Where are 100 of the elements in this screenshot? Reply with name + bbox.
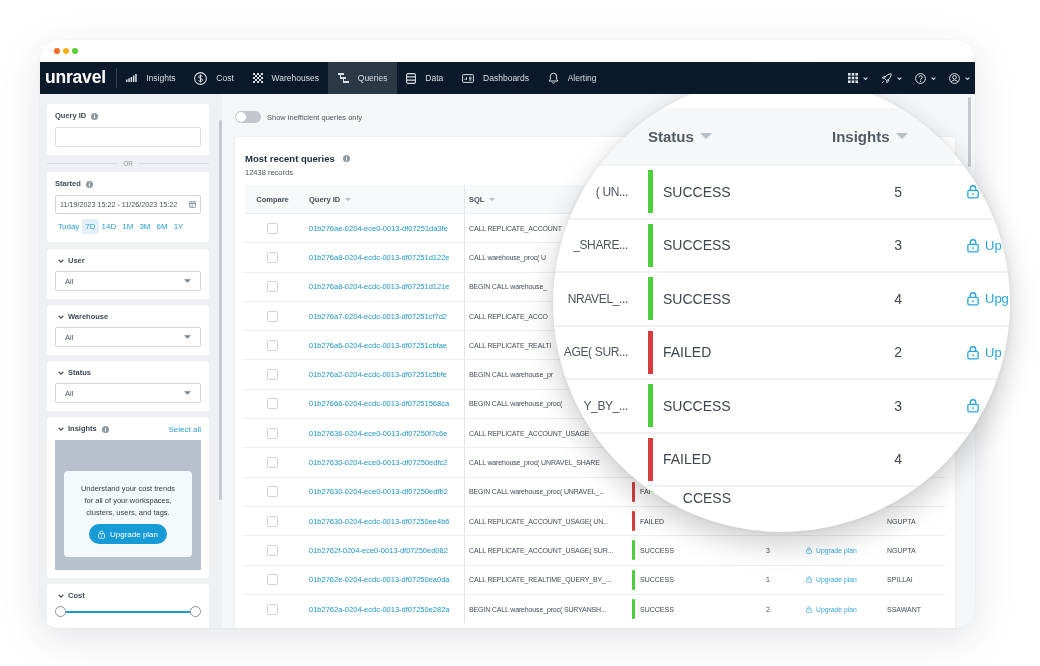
lock-icon[interactable] (806, 576, 812, 584)
apps-grid-icon[interactable] (848, 73, 858, 83)
lock-icon[interactable] (97, 529, 105, 539)
column-header[interactable]: Status (648, 127, 694, 145)
sql-text: NRAVEL_... (567, 291, 628, 306)
apps-menu-button[interactable] (848, 73, 868, 83)
caret-down-icon[interactable] (931, 76, 936, 80)
chevron-down-icon[interactable] (58, 594, 64, 598)
sort-caret-icon[interactable] (489, 197, 496, 201)
upgrade-link[interactable]: Up (967, 237, 1002, 253)
logo-wordmark: unravel (44, 69, 106, 87)
caret-down-icon[interactable] (863, 76, 868, 80)
lock-icon[interactable] (967, 344, 979, 360)
sql-text: AGE( SUR... (563, 345, 628, 360)
status-text: FAILED (663, 344, 712, 361)
checkbox[interactable] (267, 544, 278, 556)
bell-icon[interactable] (547, 72, 559, 84)
insights-count: 2 (894, 344, 902, 361)
scrollbar[interactable] (219, 120, 222, 500)
range-tab[interactable]: 14D (98, 219, 120, 234)
help-menu-button[interactable] (915, 72, 936, 84)
lock-icon[interactable] (967, 237, 979, 253)
checkbox[interactable] (267, 339, 278, 351)
checkbox[interactable] (267, 369, 278, 381)
range-tab[interactable]: 1Y (170, 219, 187, 234)
sort-caret-icon[interactable] (895, 133, 908, 139)
stepped-bars-icon[interactable] (337, 73, 349, 83)
checkbox[interactable] (267, 457, 278, 468)
nav-tab[interactable]: Queries (328, 62, 397, 94)
rocket-icon[interactable] (881, 72, 892, 84)
dashboard-icon[interactable] (462, 73, 475, 83)
range-tab[interactable]: 3M (136, 219, 154, 234)
checkbox[interactable] (267, 281, 278, 293)
insights-count: 4 (894, 290, 902, 307)
nav-tab[interactable]: Cost (184, 62, 244, 94)
chevron-down-icon[interactable] (58, 427, 64, 431)
status-text: SUCCESS (663, 183, 731, 200)
nav-tab[interactable]: Warehouses (243, 62, 329, 94)
status-text: SUCCESS (663, 290, 731, 307)
query-id-field[interactable] (55, 127, 201, 147)
checkbox[interactable] (267, 486, 278, 498)
scrollbar[interactable] (968, 97, 971, 167)
user-menu-button[interactable] (949, 72, 970, 84)
card-title: Most recent queries (245, 152, 335, 164)
nav-tab[interactable]: Data (396, 62, 453, 94)
range-tab[interactable]: 6M (153, 219, 171, 234)
database-icon[interactable] (406, 72, 417, 84)
lock-icon[interactable] (967, 398, 979, 414)
dollar-coin-icon[interactable] (194, 71, 208, 85)
lock-icon[interactable] (806, 546, 812, 554)
upgrade-link[interactable]: Upg (967, 291, 1009, 307)
checkbox[interactable] (267, 251, 278, 263)
checkbox[interactable] (267, 515, 278, 527)
checkbox[interactable] (267, 398, 278, 410)
lock-icon[interactable] (967, 291, 979, 307)
status-text: SUCCESS (663, 237, 731, 254)
insights-count: 3 (894, 397, 902, 414)
sql-text: ( UN... (595, 184, 628, 199)
status-text: FAILED (663, 451, 712, 468)
chevron-down-icon[interactable] (58, 315, 64, 319)
chevron-down-icon[interactable] (58, 259, 64, 263)
insights-count: 4 (894, 451, 902, 468)
toggle-switch[interactable] (235, 111, 261, 123)
sql-text: _SHARE... (573, 238, 628, 253)
status-text: CCESS (681, 490, 731, 506)
lock-icon[interactable] (967, 184, 979, 200)
user-icon[interactable] (949, 72, 960, 84)
calendar-icon[interactable] (189, 201, 196, 208)
checkbox[interactable] (267, 222, 278, 234)
caret-down-icon[interactable] (965, 76, 970, 80)
lock-icon[interactable] (806, 605, 812, 613)
slider-thumb[interactable] (55, 606, 66, 617)
upgrade-link[interactable]: Up (967, 344, 1002, 360)
sql-text: Y_BY_... (583, 398, 628, 413)
caret-down-icon[interactable] (897, 76, 902, 80)
insights-count: 5 (894, 183, 902, 200)
checkbox[interactable] (267, 310, 278, 322)
sort-caret-icon[interactable] (345, 197, 352, 201)
range-tab[interactable]: Today (55, 219, 83, 234)
nav-tab[interactable]: Dashboards (452, 62, 539, 94)
nav-tab[interactable]: Alerting (538, 62, 606, 94)
checkbox[interactable] (267, 603, 278, 615)
help-icon[interactable] (915, 72, 926, 84)
rocket-menu-button[interactable] (881, 72, 902, 84)
sort-caret-icon[interactable] (699, 133, 712, 139)
insights-count: 3 (894, 237, 902, 254)
checkbox[interactable] (267, 574, 278, 586)
upgrade-button[interactable]: Upgrade plan (88, 524, 167, 544)
range-tab[interactable]: 7D (82, 219, 99, 234)
range-slider-track[interactable] (55, 606, 201, 617)
slider-thumb[interactable] (190, 606, 201, 617)
nav-tab[interactable]: Insights (116, 62, 185, 94)
chevron-down-icon[interactable] (58, 371, 64, 375)
select-all-link[interactable]: Select all (168, 424, 201, 434)
column-header[interactable]: Insights (832, 127, 890, 145)
checkbox[interactable] (267, 427, 278, 439)
range-tab[interactable]: 1M (119, 219, 137, 234)
bar-chart-icon[interactable] (126, 74, 138, 82)
checker-grid-icon[interactable] (252, 73, 263, 83)
status-text: SUCCESS (663, 397, 731, 414)
